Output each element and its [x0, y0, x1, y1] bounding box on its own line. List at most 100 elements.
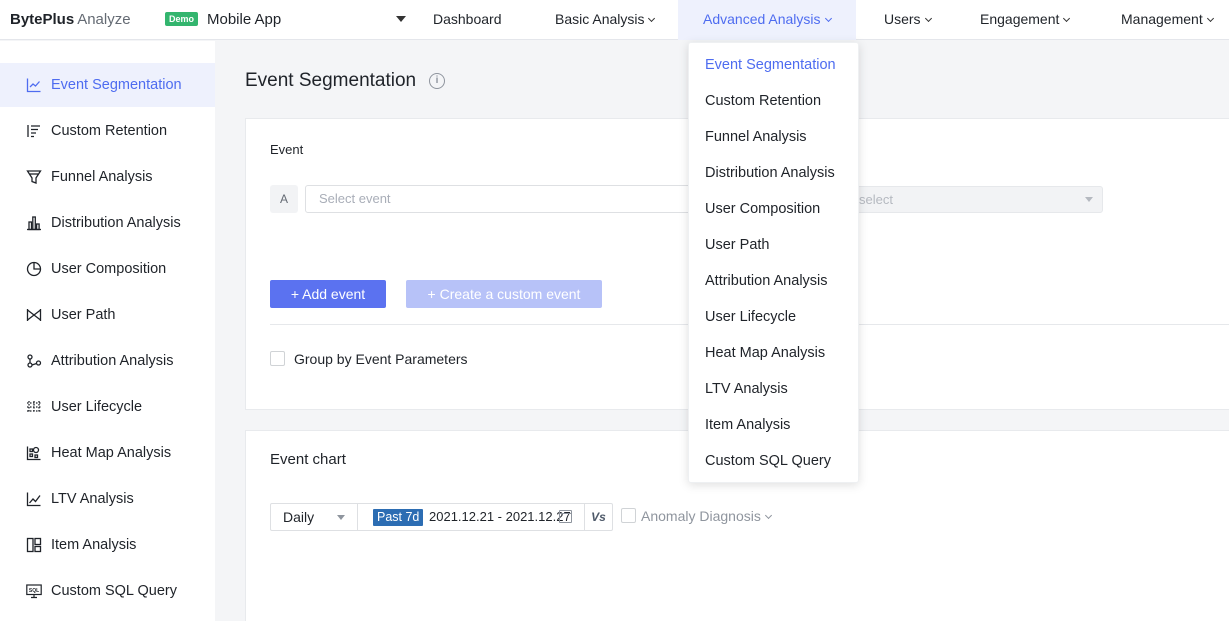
event-parameter-select-placeholder: select	[859, 192, 893, 207]
calendar-icon	[559, 510, 572, 523]
dropdown-item-custom-sql-query[interactable]: Custom SQL Query	[705, 453, 831, 473]
nav-advanced-analysis[interactable]: Advanced Analysis	[678, 0, 856, 40]
item-icon	[25, 537, 42, 554]
nav-dashboard[interactable]: Dashboard	[433, 0, 502, 40]
sidebar-item-label: Distribution Analysis	[51, 215, 181, 231]
group-by-checkbox[interactable]	[270, 351, 285, 366]
sidebar-item-ltv-analysis[interactable]: LTV Analysis	[0, 477, 215, 521]
anomaly-diagnosis-checkbox[interactable]	[621, 508, 636, 523]
sidebar-item-label: Item Analysis	[51, 537, 137, 553]
sidebar-item-label: Custom SQL Query	[51, 583, 177, 599]
chevron-down-icon	[924, 14, 932, 23]
sidebar-item-label: LTV Analysis	[51, 491, 134, 507]
sidebar-item-label: Event Segmentation	[51, 77, 182, 93]
chevron-down-icon	[1206, 14, 1214, 23]
event-section-label: Event	[270, 142, 304, 157]
create-custom-event-button[interactable]: + Create a custom event	[406, 280, 602, 308]
sidebar-item-label: Funnel Analysis	[51, 169, 153, 185]
dropdown-item-heat-map-analysis[interactable]: Heat Map Analysis	[705, 345, 825, 365]
sidebar: Event Segmentation Custom Retention Funn…	[0, 41, 215, 621]
sidebar-item-user-lifecycle[interactable]: User Lifecycle	[0, 385, 215, 429]
event-chart-title: Event chart	[270, 451, 346, 468]
retention-bars-icon	[25, 123, 42, 140]
compare-vs-button[interactable]: Vs	[584, 503, 613, 531]
dropdown-item-ltv-analysis[interactable]: LTV Analysis	[705, 381, 788, 401]
dropdown-item-user-path[interactable]: User Path	[705, 237, 769, 257]
sql-icon: SQL	[25, 583, 42, 600]
sidebar-item-user-path[interactable]: User Path	[0, 293, 215, 337]
sidebar-item-label: User Lifecycle	[51, 399, 143, 415]
date-range-text: 2021.12.21 - 2021.12.27	[429, 509, 571, 524]
sidebar-item-distribution-analysis[interactable]: Distribution Analysis	[0, 201, 215, 245]
info-icon[interactable]: i	[429, 73, 445, 89]
nav-management-label: Management	[1121, 11, 1203, 27]
sidebar-item-user-composition[interactable]: User Composition	[0, 247, 215, 291]
dropdown-item-custom-retention[interactable]: Custom Retention	[705, 93, 821, 113]
sidebar-item-custom-retention[interactable]: Custom Retention	[0, 109, 215, 153]
chevron-down-icon	[1063, 14, 1071, 23]
project-name[interactable]: Mobile App	[207, 11, 281, 28]
nav-advanced-analysis-label: Advanced Analysis	[703, 11, 821, 27]
brand-name-light: Analyze	[77, 11, 131, 28]
heatmap-icon	[25, 445, 42, 462]
nav-basic-analysis[interactable]: Basic Analysis	[555, 0, 656, 40]
event-row-letter: A	[270, 185, 298, 213]
lifecycle-icon	[25, 399, 42, 416]
sidebar-item-label: User Path	[51, 307, 116, 323]
top-bar: BytePlus Analyze Demo Mobile App Dashboar…	[0, 0, 1229, 40]
pie-chart-icon	[25, 261, 42, 278]
nav-engagement-label: Engagement	[980, 11, 1060, 27]
granularity-value: Daily	[283, 509, 315, 525]
caret-down-icon	[1085, 197, 1093, 202]
bar-chart-icon	[25, 215, 42, 232]
dropdown-item-attribution-analysis[interactable]: Attribution Analysis	[705, 273, 828, 293]
sidebar-item-funnel-analysis[interactable]: Funnel Analysis	[0, 155, 215, 199]
brand-logo[interactable]: BytePlus Analyze	[10, 11, 131, 28]
dropdown-item-funnel-analysis[interactable]: Funnel Analysis	[705, 129, 807, 149]
sidebar-item-label: Attribution Analysis	[51, 353, 174, 369]
nav-management[interactable]: Management	[1121, 0, 1214, 40]
dropdown-item-user-composition[interactable]: User Composition	[705, 201, 820, 221]
nav-engagement[interactable]: Engagement	[980, 0, 1071, 40]
caret-down-icon	[337, 515, 345, 520]
nav-users[interactable]: Users	[884, 0, 932, 40]
dropdown-item-user-lifecycle[interactable]: User Lifecycle	[705, 309, 796, 329]
sidebar-item-heat-map-analysis[interactable]: Heat Map Analysis	[0, 431, 215, 475]
dropdown-item-item-analysis[interactable]: Item Analysis	[705, 417, 790, 437]
sidebar-item-event-segmentation[interactable]: Event Segmentation	[0, 63, 215, 107]
dropdown-item-event-segmentation[interactable]: Event Segmentation	[705, 57, 836, 77]
date-preset-badge: Past 7d	[373, 509, 424, 526]
svg-text:SQL: SQL	[28, 588, 38, 594]
sidebar-item-item-analysis[interactable]: Item Analysis	[0, 523, 215, 567]
brand-name-bold: BytePlus	[10, 11, 75, 28]
project-caret-down-icon[interactable]	[396, 16, 406, 22]
trend-icon	[25, 491, 42, 508]
advanced-analysis-dropdown: Event Segmentation Custom Retention Funn…	[688, 42, 859, 483]
event-parameter-select[interactable]: select	[840, 186, 1103, 213]
funnel-icon	[25, 169, 42, 186]
sidebar-item-custom-sql-query[interactable]: SQL Custom SQL Query	[0, 569, 215, 613]
sidebar-item-label: Heat Map Analysis	[51, 445, 172, 461]
chevron-down-icon	[824, 14, 832, 23]
anomaly-diagnosis-toggle[interactable]: Anomaly Diagnosis	[641, 508, 772, 524]
sidebar-item-attribution-analysis[interactable]: Attribution Analysis	[0, 339, 215, 383]
group-by-label: Group by Event Parameters	[294, 351, 468, 367]
date-range-picker[interactable]: Past 7d 2021.12.21 - 2021.12.27	[357, 503, 585, 531]
line-chart-icon	[25, 77, 42, 94]
select-event-input[interactable]: Select event	[305, 185, 705, 213]
nav-dashboard-label: Dashboard	[433, 11, 502, 27]
attribution-icon	[25, 353, 42, 370]
chevron-down-icon	[648, 14, 656, 23]
add-event-button[interactable]: + Add event	[270, 280, 386, 308]
anomaly-diagnosis-label: Anomaly Diagnosis	[641, 508, 761, 524]
demo-badge: Demo	[165, 12, 199, 26]
chevron-down-icon	[764, 511, 772, 520]
nav-users-label: Users	[884, 11, 921, 27]
page-title: Event Segmentation	[245, 70, 417, 91]
granularity-select[interactable]: Daily	[270, 503, 358, 531]
sidebar-item-label: User Composition	[51, 261, 167, 277]
nav-basic-analysis-label: Basic Analysis	[555, 11, 645, 27]
sidebar-item-label: Custom Retention	[51, 123, 168, 139]
path-icon	[25, 307, 42, 324]
dropdown-item-distribution-analysis[interactable]: Distribution Analysis	[705, 165, 835, 185]
